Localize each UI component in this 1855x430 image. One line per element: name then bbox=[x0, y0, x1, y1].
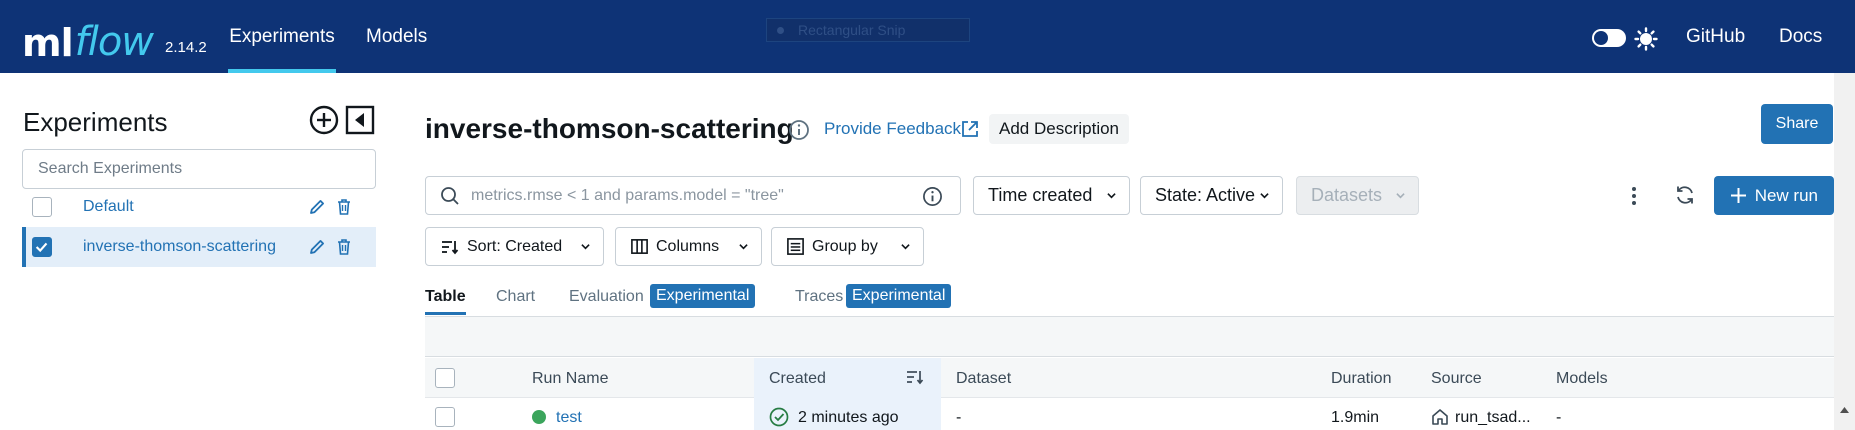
nav-docs[interactable]: Docs bbox=[1779, 0, 1822, 73]
table-group-header bbox=[425, 317, 1834, 357]
experimental-badge: Experimental bbox=[846, 284, 952, 308]
select-all-checkbox[interactable] bbox=[435, 368, 455, 388]
new-run-label: New run bbox=[1754, 185, 1818, 205]
group-by-label: Group by bbox=[812, 237, 878, 255]
snip-dot-icon bbox=[777, 26, 784, 34]
columns-dropdown[interactable]: Columns bbox=[615, 227, 762, 266]
state-label: State: Active bbox=[1155, 185, 1256, 205]
collapse-sidebar-icon[interactable] bbox=[345, 105, 375, 135]
top-navbar: ml flow 2.14.2 Experiments Models Rectan… bbox=[0, 0, 1855, 73]
add-experiment-icon[interactable] bbox=[309, 105, 339, 135]
table-header-row bbox=[425, 358, 1834, 398]
columns-label: Columns bbox=[656, 237, 720, 255]
tab-traces[interactable]: Traces bbox=[795, 288, 843, 316]
sidebar-title: Experiments bbox=[23, 107, 168, 137]
snip-overlay-text: Rectangular Snip bbox=[798, 22, 906, 38]
experiment-name-link[interactable]: inverse-thomson-scattering bbox=[83, 238, 276, 256]
mlflow-logo[interactable]: ml flow 2.14.2 bbox=[22, 14, 207, 62]
experimental-badge: Experimental bbox=[650, 284, 756, 308]
nav-github[interactable]: GitHub bbox=[1686, 0, 1745, 73]
sort-dropdown[interactable]: Sort: Created bbox=[425, 227, 604, 266]
nav-experiments[interactable]: Experiments bbox=[228, 0, 336, 73]
run-status-dot-icon bbox=[532, 410, 546, 424]
nav-github-label: GitHub bbox=[1686, 25, 1746, 47]
nav-docs-label: Docs bbox=[1779, 25, 1823, 47]
sort-icon bbox=[442, 240, 459, 254]
scroll-up-arrow-icon[interactable] bbox=[1839, 406, 1850, 414]
provide-feedback-link[interactable]: Provide Feedback bbox=[824, 119, 961, 139]
chevron-down-icon bbox=[739, 244, 748, 250]
time-created-label: Time created bbox=[988, 185, 1093, 205]
chevron-down-icon bbox=[1107, 193, 1116, 199]
theme-toggle[interactable] bbox=[1592, 29, 1626, 47]
snip-overlay-label: Rectangular Snip bbox=[766, 18, 970, 42]
add-description-button[interactable]: Add Description bbox=[989, 114, 1130, 144]
sort-descending-icon[interactable] bbox=[905, 367, 925, 387]
nav-models-label: Models bbox=[366, 25, 428, 47]
tab-chart[interactable]: Chart bbox=[496, 288, 535, 316]
delete-trash-icon[interactable] bbox=[336, 238, 352, 256]
chevron-down-icon bbox=[581, 244, 590, 250]
column-header-dataset[interactable]: Dataset bbox=[956, 370, 1011, 388]
nav-models[interactable]: Models bbox=[366, 0, 427, 73]
experiment-title: inverse-thomson-scattering bbox=[425, 113, 794, 144]
datasets-dropdown[interactable]: Datasets bbox=[1296, 176, 1419, 215]
page-scrollbar[interactable] bbox=[1834, 73, 1855, 430]
tab-table[interactable]: Table bbox=[425, 288, 466, 316]
group-by-icon bbox=[787, 238, 804, 255]
column-header-created[interactable]: Created bbox=[769, 370, 826, 388]
run-models-value: - bbox=[1556, 409, 1562, 426]
run-created-value: 2 minutes ago bbox=[798, 409, 899, 426]
version-label: 2.14.2 bbox=[165, 39, 207, 56]
chevron-down-icon bbox=[1260, 193, 1269, 199]
state-dropdown[interactable]: State: Active bbox=[1140, 176, 1283, 215]
search-icon bbox=[441, 187, 459, 205]
new-run-button[interactable]: New run bbox=[1714, 176, 1834, 215]
columns-icon bbox=[631, 239, 648, 254]
filter-info-icon[interactable] bbox=[922, 186, 943, 207]
row-checkbox[interactable] bbox=[435, 407, 455, 427]
sun-icon[interactable] bbox=[1634, 27, 1658, 51]
delete-trash-icon[interactable] bbox=[336, 198, 352, 216]
source-home-icon bbox=[1432, 409, 1448, 425]
more-options-icon[interactable] bbox=[1626, 184, 1642, 208]
checkmark-icon bbox=[35, 242, 48, 253]
nav-experiments-label: Experiments bbox=[229, 25, 335, 47]
run-source-value[interactable]: run_tsad... bbox=[1455, 409, 1531, 427]
experiment-name-link[interactable]: Default bbox=[83, 198, 134, 216]
column-header-duration[interactable]: Duration bbox=[1331, 370, 1391, 388]
refresh-icon[interactable] bbox=[1674, 184, 1696, 206]
info-icon[interactable] bbox=[788, 119, 810, 141]
group-by-dropdown[interactable]: Group by bbox=[771, 227, 924, 266]
logo-ml-text: ml bbox=[22, 21, 74, 65]
sort-label: Sort: Created bbox=[467, 237, 563, 255]
edit-pencil-icon[interactable] bbox=[308, 198, 326, 216]
experiment-checkbox[interactable] bbox=[32, 197, 52, 217]
column-header-source[interactable]: Source bbox=[1431, 370, 1482, 388]
chevron-down-icon bbox=[901, 244, 910, 250]
run-duration-value: 1.9min bbox=[1331, 409, 1380, 426]
run-filter-input[interactable]: metrics.rmse < 1 and params.model = "tre… bbox=[425, 176, 961, 215]
experiment-checkbox-checked[interactable] bbox=[32, 237, 52, 257]
experiment-item-inverse-thomson-scattering[interactable]: inverse-thomson-scattering bbox=[22, 227, 376, 267]
logo-flow-text: flow bbox=[74, 19, 154, 65]
run-name-link[interactable]: test bbox=[556, 409, 582, 427]
experiment-item-default[interactable]: Default bbox=[22, 187, 376, 227]
chevron-down-icon bbox=[1396, 193, 1405, 199]
check-circle-icon bbox=[769, 407, 789, 427]
tab-evaluation[interactable]: Evaluation bbox=[569, 288, 644, 316]
share-button[interactable]: Share bbox=[1761, 104, 1833, 144]
column-header-models[interactable]: Models bbox=[1556, 370, 1608, 388]
run-dataset-value: - bbox=[956, 409, 962, 426]
search-experiments-input[interactable]: Search Experiments bbox=[22, 149, 376, 189]
filter-placeholder: metrics.rmse < 1 and params.model = "tre… bbox=[471, 187, 784, 204]
column-header-run-name[interactable]: Run Name bbox=[532, 370, 608, 388]
time-created-dropdown[interactable]: Time created bbox=[973, 176, 1130, 215]
datasets-label: Datasets bbox=[1311, 185, 1383, 205]
external-link-icon[interactable] bbox=[960, 119, 980, 139]
edit-pencil-icon[interactable] bbox=[308, 238, 326, 256]
plus-icon bbox=[1731, 188, 1746, 203]
